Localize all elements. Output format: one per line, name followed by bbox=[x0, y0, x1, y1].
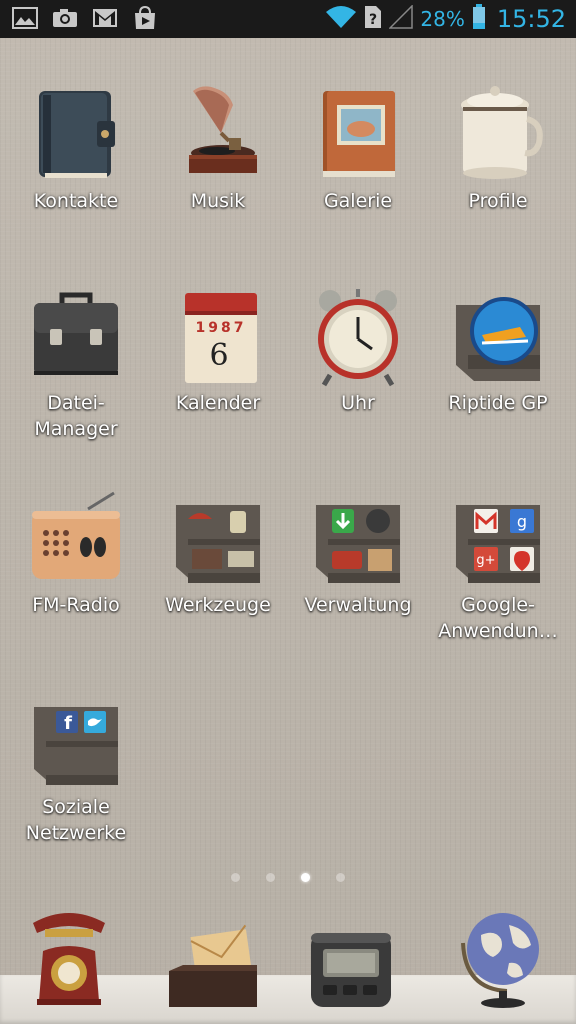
envelope-icon bbox=[163, 911, 263, 1015]
app-datei-manager[interactable]: Datei- Manager bbox=[6, 280, 146, 442]
page-dot-1[interactable] bbox=[231, 873, 240, 882]
app-uhr[interactable]: Uhr bbox=[288, 280, 428, 416]
app-label: Uhr bbox=[341, 392, 375, 414]
app-kalender[interactable]: 1987 6 Kalender bbox=[148, 280, 288, 416]
play-store-icon bbox=[130, 5, 160, 31]
calendar-year: 1987 bbox=[196, 320, 247, 336]
app-label-line2: Manager bbox=[34, 418, 118, 440]
signal-icon bbox=[388, 4, 414, 33]
app-musik[interactable]: Musik bbox=[148, 78, 288, 214]
social-folder-icon: f bbox=[26, 684, 126, 794]
app-label: Profile bbox=[468, 190, 528, 212]
app-label: Verwaltung bbox=[304, 594, 412, 616]
radio-icon bbox=[26, 482, 126, 592]
app-profile[interactable]: Profile bbox=[428, 78, 568, 214]
dock-pager[interactable] bbox=[296, 905, 406, 1015]
alarm-clock-icon bbox=[308, 280, 408, 390]
app-label: Galerie bbox=[323, 190, 393, 212]
address-book-icon bbox=[26, 78, 126, 188]
app-label-line1: Google- bbox=[461, 594, 535, 616]
app-label-line1: Soziale bbox=[42, 796, 110, 818]
calendar-icon: 1987 6 bbox=[168, 280, 268, 390]
app-fm-radio[interactable]: FM-Radio bbox=[6, 482, 146, 618]
app-label: Kalender bbox=[175, 392, 261, 414]
battery-percent: 28% bbox=[420, 7, 465, 31]
page-dot-3-active[interactable] bbox=[301, 873, 310, 882]
management-folder-icon bbox=[308, 482, 408, 592]
app-werkzeuge[interactable]: Werkzeuge bbox=[148, 482, 288, 618]
dock-browser[interactable] bbox=[446, 905, 556, 1015]
app-verwaltung[interactable]: Verwaltung bbox=[288, 482, 428, 618]
app-riptide-gp[interactable]: Riptide GP bbox=[428, 280, 568, 416]
battery-icon bbox=[472, 4, 486, 34]
page-indicator[interactable] bbox=[0, 873, 576, 882]
app-galerie[interactable]: Galerie bbox=[288, 78, 428, 214]
app-kontakte[interactable]: Kontakte bbox=[6, 78, 146, 214]
riptide-gp-icon bbox=[448, 280, 548, 390]
enamel-pot-icon bbox=[448, 78, 548, 188]
tools-folder-icon bbox=[168, 482, 268, 592]
app-label-line2: Anwendun… bbox=[438, 620, 558, 642]
app-label: Musik bbox=[190, 190, 246, 212]
app-label: Kontakte bbox=[33, 190, 119, 212]
telephone-icon bbox=[19, 903, 119, 1015]
app-label-line2: Netzwerke bbox=[25, 822, 127, 844]
svg-text:?: ? bbox=[369, 12, 377, 28]
gallery-icon bbox=[10, 5, 40, 31]
dock-messages[interactable] bbox=[158, 905, 268, 1015]
app-soziale-netzwerke[interactable]: f Soziale Netzwerke bbox=[6, 684, 146, 846]
app-label: FM-Radio bbox=[32, 594, 120, 616]
gramophone-icon bbox=[168, 78, 268, 188]
svg-text:g: g bbox=[517, 512, 527, 531]
page-dot-4[interactable] bbox=[336, 873, 345, 882]
dock-phone[interactable] bbox=[14, 905, 124, 1015]
briefcase-icon bbox=[26, 280, 126, 390]
gmail-icon bbox=[90, 5, 120, 31]
status-bar[interactable]: ? 28% 15:52 bbox=[0, 0, 576, 38]
page-dot-2[interactable] bbox=[266, 873, 275, 882]
picture-book-icon bbox=[308, 78, 408, 188]
clock: 15:52 bbox=[496, 5, 566, 33]
svg-text:f: f bbox=[64, 713, 72, 734]
pager-icon bbox=[301, 911, 401, 1015]
app-label-line1: Datei- bbox=[47, 392, 105, 414]
google-folder-icon: g g+ bbox=[448, 482, 548, 592]
no-sim-icon: ? bbox=[364, 5, 382, 33]
svg-text:g+: g+ bbox=[476, 553, 495, 568]
globe-icon bbox=[451, 903, 551, 1015]
wifi-icon bbox=[325, 5, 357, 33]
app-google-anwendungen[interactable]: g g+ Google- Anwendun… bbox=[428, 482, 568, 644]
camera-icon bbox=[50, 5, 80, 31]
app-label: Werkzeuge bbox=[165, 594, 271, 616]
app-label: Riptide GP bbox=[448, 392, 548, 414]
calendar-day: 6 bbox=[209, 338, 228, 373]
